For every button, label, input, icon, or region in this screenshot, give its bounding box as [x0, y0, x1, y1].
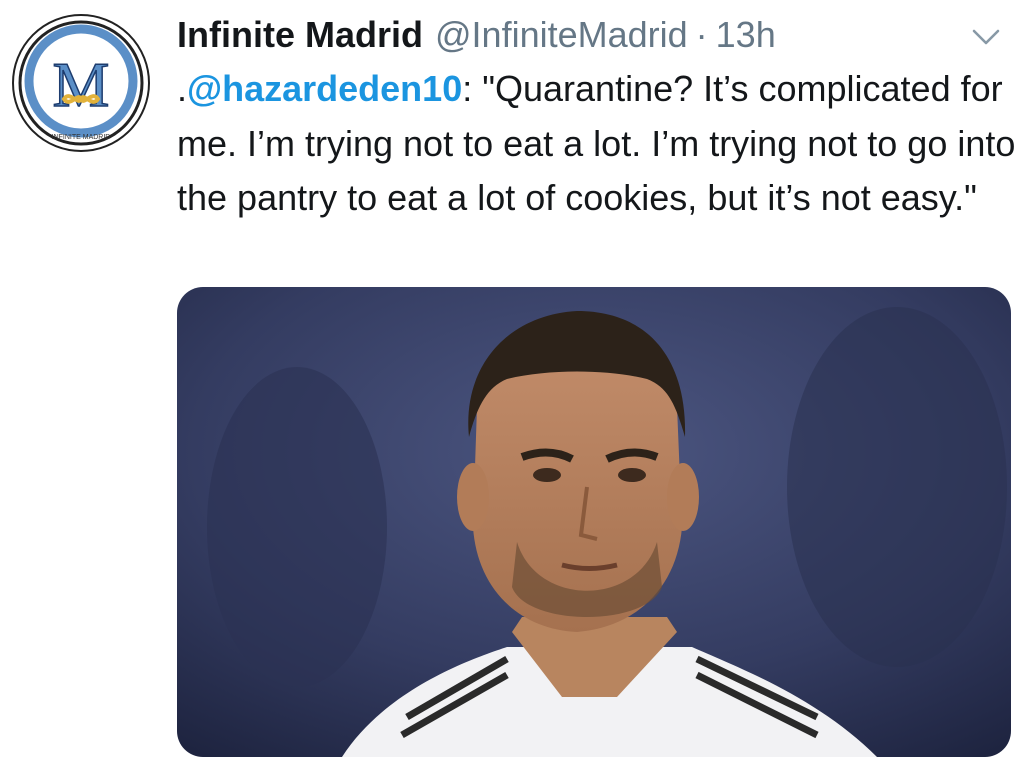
mention-link[interactable]: @hazardeden10 [187, 68, 462, 109]
svg-text:M: M [53, 49, 110, 120]
header-separator: · [695, 14, 708, 55]
player-photo [177, 287, 1011, 757]
chevron-down-icon[interactable] [966, 22, 1006, 52]
text-prefix: . [177, 68, 188, 109]
author-name[interactable]: Infinite Madrid [177, 10, 423, 60]
avatar[interactable]: M INFINITE MADRID [12, 14, 150, 152]
tweet-header: Infinite Madrid @InfiniteMadrid · 13h [177, 10, 776, 60]
infinite-madrid-logo: M INFINITE MADRID [12, 14, 150, 152]
tweet-text: .@hazardeden10: "Quarantine? It’s compli… [177, 62, 1017, 226]
tweet-timestamp[interactable]: 13h [716, 10, 776, 60]
svg-text:INFINITE MADRID: INFINITE MADRID [52, 134, 111, 141]
tweet-media-photo[interactable] [177, 287, 1011, 757]
tweet[interactable]: M INFINITE MADRID Infinite Madrid @Infin… [0, 0, 1024, 757]
author-handle[interactable]: @InfiniteMadrid [435, 10, 688, 60]
